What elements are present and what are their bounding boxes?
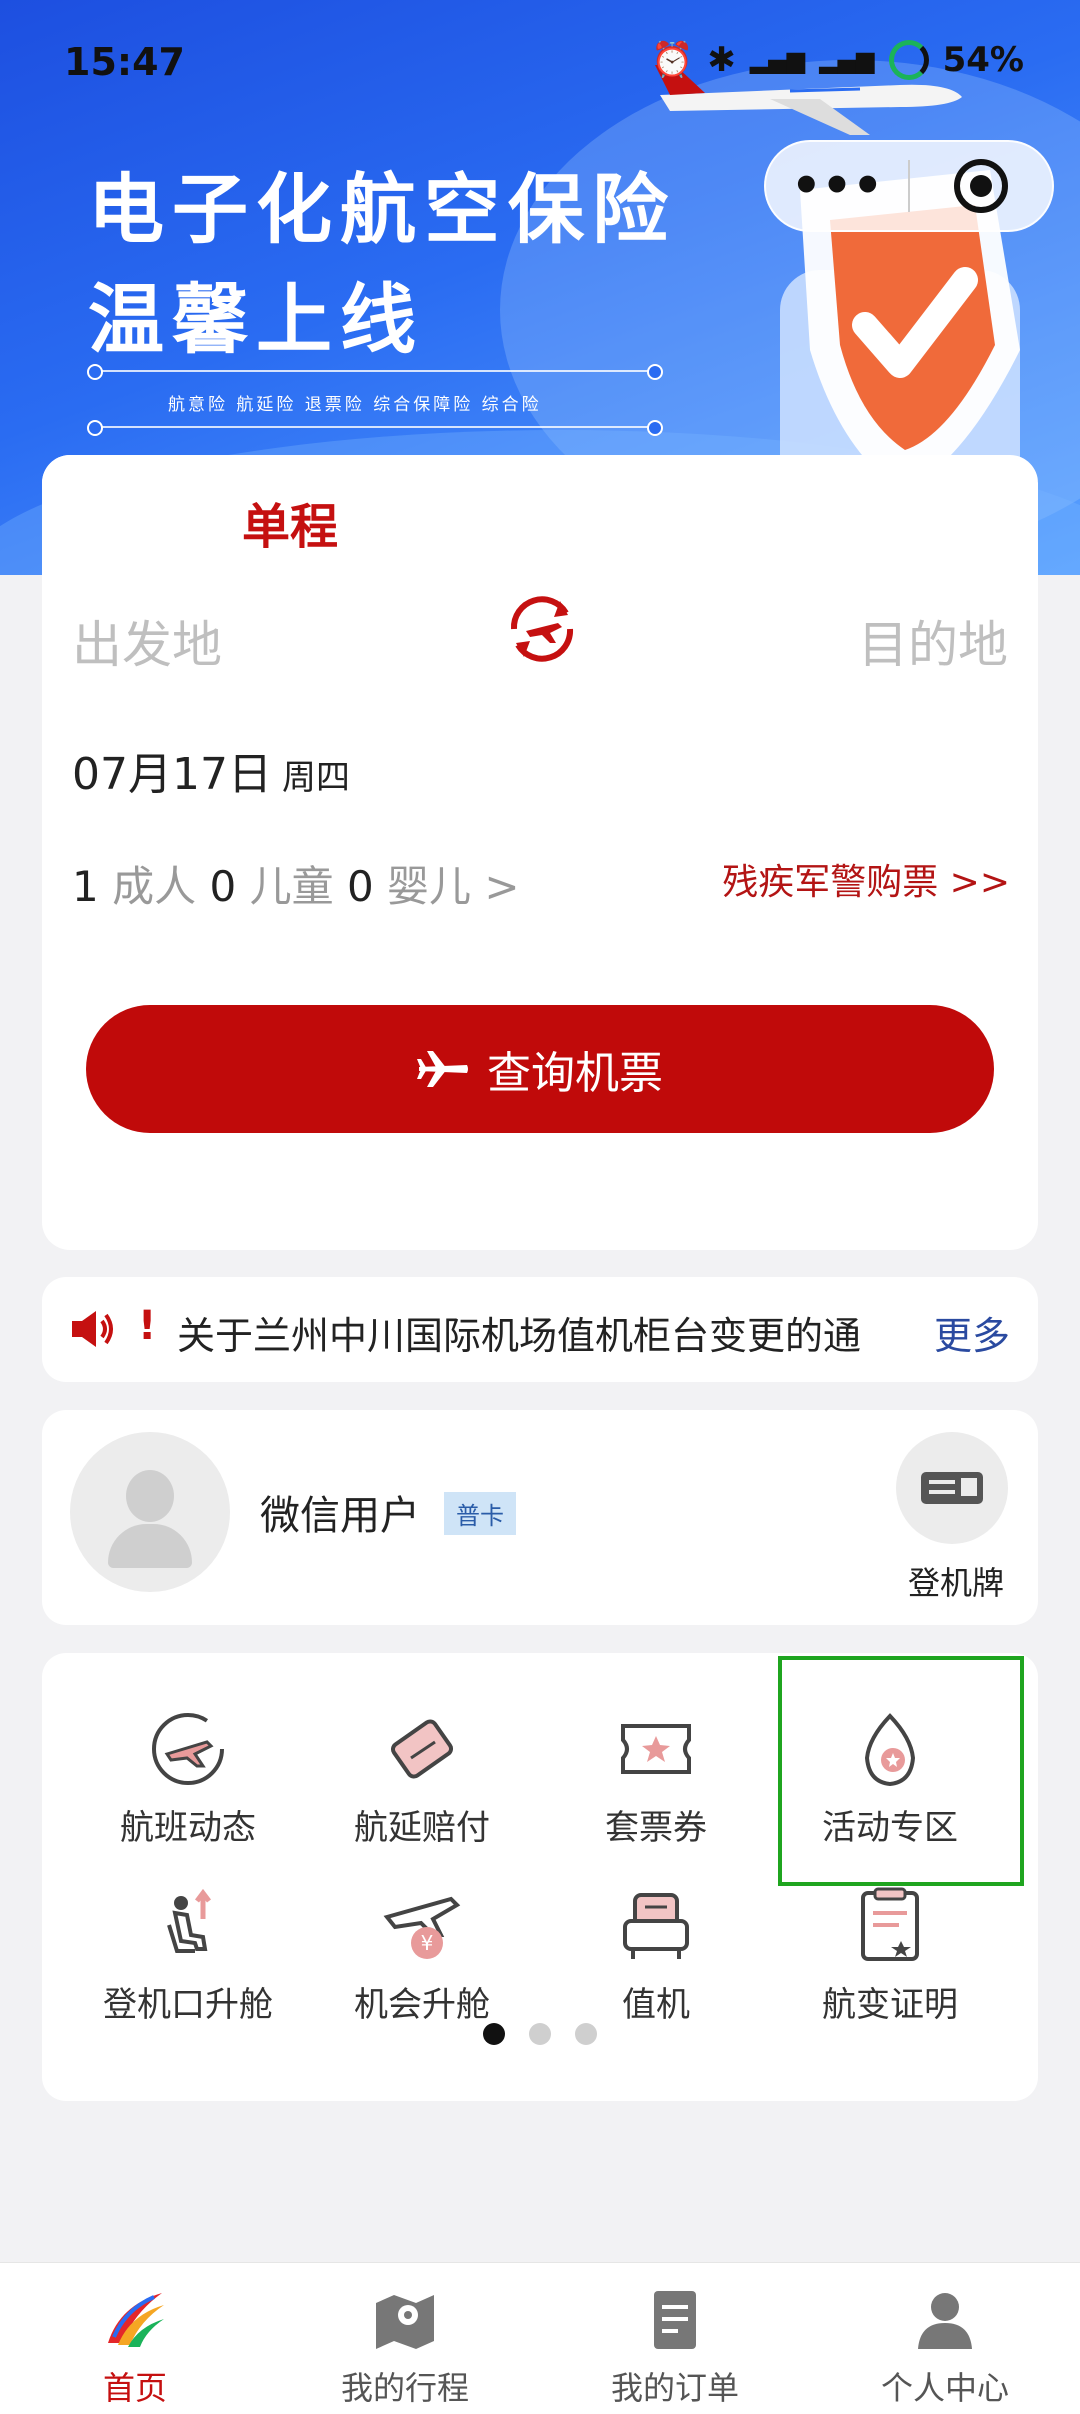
status-time: 15:47: [64, 40, 185, 84]
ticket-package-icon: [621, 1724, 691, 1774]
opportunity-upgrade-icon: ¥: [383, 1896, 461, 1959]
boarding-pass-icon: [921, 1472, 983, 1504]
service-ticket-package[interactable]: 套票券: [538, 1708, 774, 1849]
close-miniprogram-button[interactable]: [910, 159, 1052, 213]
search-button-label: 查询机票: [487, 1048, 663, 1099]
service-label: 航延赔付: [354, 1808, 490, 1848]
adult-label: 成人: [112, 862, 197, 911]
notice-alert-mark: !: [138, 1303, 157, 1349]
signal-icon: ▂▄▆: [819, 46, 875, 74]
service-gate-upgrade[interactable]: 登机口升舱: [70, 1885, 306, 2026]
banner-divider: [87, 420, 663, 436]
child-count: 0: [209, 862, 237, 911]
pager-dot[interactable]: [529, 2023, 551, 2045]
order-list-icon: [654, 2291, 696, 2349]
service-checkin[interactable]: 值机: [538, 1885, 774, 2026]
banner-headline-line1: 电子化航空保险: [88, 165, 676, 254]
service-label: 航班动态: [120, 1808, 256, 1848]
nav-home[interactable]: 首页: [0, 2263, 270, 2414]
service-delay-compensation[interactable]: 航延赔付: [304, 1708, 540, 1849]
infant-count: 0: [346, 862, 374, 911]
service-label: 航变证明: [822, 1985, 958, 2025]
alarm-icon: ⏰: [651, 40, 694, 80]
service-label: 机会升舱: [354, 1985, 490, 2025]
notice-text[interactable]: 关于兰州中川国际机场值机柜台变更的通: [177, 1305, 937, 1360]
military-disabled-ticket-link[interactable]: 残疾军警购票 >>: [722, 853, 1010, 905]
bluetooth-icon: ✱: [707, 40, 736, 80]
route-row: 出发地 目的地: [42, 575, 1038, 705]
service-label: 登机口升舱: [103, 1985, 273, 2025]
pager-dot[interactable]: [483, 2023, 505, 2045]
flight-status-icon: [152, 1713, 224, 1785]
infant-label: 婴儿 >: [387, 862, 520, 911]
service-flight-change-certificate[interactable]: 航变证明: [772, 1885, 1008, 2026]
battery-percent: 54%: [942, 40, 1024, 80]
tab-oneway-label: 单程: [242, 499, 339, 555]
gate-upgrade-icon: [167, 1888, 211, 1953]
nav-label: 个人中心: [880, 2369, 1009, 2407]
swap-route-icon[interactable]: [500, 587, 584, 671]
avatar-body: [108, 1524, 192, 1568]
status-bar: 15:47 ⏰ ✱ ▂▄▆ ▂▄▆ 54%: [0, 0, 1080, 120]
person-icon: [918, 2293, 972, 2349]
user-card: 微信用户 普卡 登机牌: [42, 1410, 1038, 1625]
service-flight-status[interactable]: 航班动态: [70, 1708, 306, 1849]
more-menu-icon[interactable]: •••: [766, 162, 908, 210]
home-logo-icon: [108, 2293, 164, 2347]
origin-field[interactable]: 出发地: [72, 605, 222, 677]
banner-headline-line2: 温馨上线: [88, 275, 424, 364]
service-grid-pager: [42, 2023, 1038, 2045]
pager-dot[interactable]: [575, 2023, 597, 2045]
date-field[interactable]: 07月17日 周四: [72, 738, 350, 802]
banner-insurance-types: 航意险 航延险 退票险 综合保障险 综合险: [168, 395, 542, 415]
avatar-head: [126, 1470, 174, 1522]
nav-label: 首页: [102, 2369, 167, 2407]
tab-oneway[interactable]: 单程: [42, 455, 542, 575]
child-label: 儿童: [249, 862, 334, 911]
nav-my-orders[interactable]: 我的订单: [540, 2263, 810, 2414]
destination-field[interactable]: 目的地: [858, 605, 1008, 677]
flight-change-certificate-icon: [861, 1887, 919, 1961]
avatar[interactable]: [70, 1432, 230, 1592]
target-icon: [953, 159, 1008, 213]
service-label: 值机: [622, 1985, 690, 2025]
banner-divider: [87, 364, 663, 380]
status-icons: ⏰ ✱ ▂▄▆ ▂▄▆ 54%: [651, 40, 1024, 80]
nav-profile[interactable]: 个人中心: [810, 2263, 1080, 2414]
user-name: 微信用户: [260, 1493, 420, 1539]
delay-compensation-icon: [390, 1719, 454, 1779]
map-pin-icon: [376, 2295, 434, 2349]
nav-label: 我的行程: [340, 2369, 469, 2407]
member-tier-badge: 普卡: [444, 1492, 516, 1535]
departure-date: 07月17日: [72, 749, 272, 800]
search-flights-button[interactable]: 查询机票: [86, 1005, 994, 1133]
battery-icon: [888, 40, 929, 80]
miniprogram-capsule: •••: [764, 140, 1054, 232]
svg-text:¥: ¥: [421, 1931, 434, 1955]
banner-headline: 电子化航空保险 温馨上线: [88, 155, 676, 375]
notice-bar[interactable]: ! 关于兰州中川国际机场值机柜台变更的通 更多: [42, 1277, 1038, 1382]
departure-weekday: 周四: [281, 758, 350, 798]
boarding-pass-button[interactable]: [896, 1432, 1008, 1544]
checkin-icon: [623, 1893, 689, 1959]
nav-my-trips[interactable]: 我的行程: [270, 2263, 540, 2414]
airplane-icon: [417, 1051, 468, 1087]
service-label: 套票券: [605, 1808, 707, 1848]
passenger-selector[interactable]: 1 成人 0 儿童 0 婴儿 >: [72, 853, 520, 914]
flight-search-card: 单程 出发地 目的地 07月17日 周四 1 成人 0 儿童 0 婴儿 > 残疾军…: [42, 455, 1038, 1250]
notice-more-link[interactable]: 更多: [934, 1305, 1010, 1360]
nav-label: 我的订单: [610, 2369, 739, 2407]
highlight-box: [778, 1656, 1024, 1886]
service-opportunity-upgrade[interactable]: ¥ 机会升舱: [304, 1885, 540, 2026]
adult-count: 1: [72, 862, 99, 911]
bottom-navigation: 首页 我的行程 我的订单 个人中心: [0, 2262, 1080, 2414]
speaker-icon: [72, 1311, 113, 1347]
signal-icon: ▂▄▆: [749, 46, 806, 74]
boarding-pass-label: 登机牌: [907, 1564, 1004, 1602]
